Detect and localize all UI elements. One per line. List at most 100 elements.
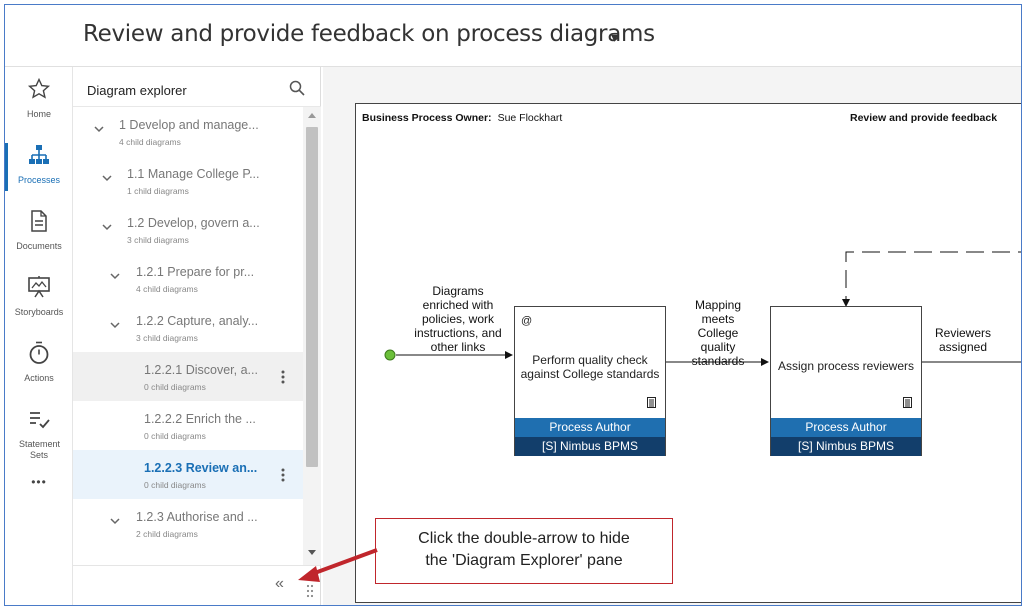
star-icon <box>27 77 51 99</box>
hierarchy-icon <box>29 145 49 164</box>
nav-item-home[interactable]: Home <box>5 71 73 133</box>
tree-item-label: 1.2.2 Capture, analy... <box>136 314 259 328</box>
nav-label-home: Home <box>26 109 51 119</box>
tree-item[interactable]: 1.1 Manage College P... 1 child diagrams <box>73 156 303 205</box>
more-icon: ••• <box>31 475 47 489</box>
tree-item-count: 4 child diagrams <box>136 284 198 294</box>
tree-item-label: 1.2.2.3 Review an... <box>144 461 258 475</box>
output-label-line: assigned <box>938 340 988 354</box>
tree-item-label: 1.2.1 Prepare for pr... <box>136 265 255 279</box>
mid-label-line: standards <box>691 354 745 368</box>
presentation-icon <box>28 276 50 298</box>
resize-grip-icon[interactable] <box>305 583 315 599</box>
attachment-icon[interactable]: @ <box>521 315 532 327</box>
activity-label: Assign process reviewers <box>771 359 921 373</box>
tree-item[interactable]: 1.2.2.2 Enrich the ... 0 child diagrams <box>73 401 303 450</box>
mid-label-line: College <box>697 326 739 340</box>
input-label-line: policies, work <box>421 312 495 326</box>
diagram-explorer-pane: Diagram explorer 1 Develop and manage...… <box>73 67 321 605</box>
drilldown-document-icon[interactable] <box>647 397 656 408</box>
input-label-line: other links <box>430 340 486 354</box>
scrollbar-thumb[interactable] <box>306 127 318 467</box>
start-point-icon <box>384 349 396 361</box>
diagram-tree: 1 Develop and manage... 4 child diagrams… <box>73 107 303 565</box>
scroll-down-arrow-icon[interactable] <box>308 550 316 555</box>
more-vertical-icon[interactable] <box>281 467 285 483</box>
drilldown-document-icon[interactable] <box>903 397 912 408</box>
more-vertical-icon[interactable] <box>281 369 285 385</box>
tree-item[interactable]: 1.2.2 Capture, analy... 3 child diagrams <box>73 303 303 352</box>
title-dropdown-caret-icon[interactable]: ▾ <box>611 29 618 46</box>
mid-label-line: quality <box>700 340 736 354</box>
search-icon[interactable] <box>289 80 305 96</box>
nav-label-actions: Actions <box>24 373 54 383</box>
nav-item-storyboards[interactable]: Storyboards <box>5 269 73 331</box>
scroll-up-arrow-icon[interactable] <box>308 113 316 118</box>
mid-label: Mapping meets College quality standards <box>678 298 758 368</box>
page-header: Review and provide feedback on process d… <box>5 5 1021 67</box>
explorer-footer: « <box>73 565 321 605</box>
chevron-down-icon[interactable] <box>109 515 121 527</box>
resource-bar: [S] Nimbus BPMS <box>515 437 665 456</box>
tree-item[interactable]: 1.2.3 Authorise and ... 2 child diagrams <box>73 499 303 548</box>
loop-dashed-arrow <box>842 251 1021 307</box>
collapse-pane-button[interactable]: « <box>275 575 284 593</box>
callout-line-2: the 'Diagram Explorer' pane <box>425 552 623 569</box>
input-label-line: enriched with <box>422 298 494 312</box>
input-label: Diagrams enriched with policies, work in… <box>410 284 506 354</box>
nav-item-documents[interactable]: Documents <box>5 203 73 265</box>
tree-item-count: 4 child diagrams <box>119 137 181 147</box>
mid-label-line: meets <box>701 312 735 326</box>
chevron-down-icon[interactable] <box>93 123 105 135</box>
page-title: Review and provide feedback on process d… <box>83 21 655 47</box>
tree-item-label: 1 Develop and manage... <box>119 118 259 132</box>
role-bar: Process Author <box>771 418 921 437</box>
tree-item[interactable]: 1.2 Develop, govern a... 3 child diagram… <box>73 205 303 254</box>
tree-item-count: 3 child diagrams <box>136 333 198 343</box>
tree-item[interactable]: 1.2.2.1 Discover, a... 0 child diagrams <box>73 352 303 401</box>
tree-item-label: 1.2.2.1 Discover, a... <box>144 363 258 377</box>
chevron-down-icon[interactable] <box>101 172 113 184</box>
tree-item[interactable]: 1 Develop and manage... 4 child diagrams <box>73 107 303 156</box>
mid-label-line: Mapping <box>694 298 742 312</box>
tree-item-count: 3 child diagrams <box>127 235 189 245</box>
callout-line-1: Click the double-arrow to hide <box>418 530 630 547</box>
chevron-down-icon[interactable] <box>109 319 121 331</box>
tree-item-count: 0 child diagrams <box>144 431 206 441</box>
activity-label-line: Assign process reviewers <box>777 359 915 373</box>
nav-item-actions[interactable]: Actions <box>5 335 73 397</box>
tree-item-label: 1.1 Manage College P... <box>127 167 260 181</box>
stopwatch-icon <box>29 341 49 364</box>
nav-item-statement-sets[interactable]: Statement Sets <box>5 401 73 463</box>
nav-label-statement-sets: Statement Sets <box>19 439 61 460</box>
explorer-scrollbar[interactable] <box>303 107 321 565</box>
nav-item-more[interactable]: ••• <box>5 475 73 495</box>
checklist-icon <box>30 412 50 429</box>
tree-item-count: 0 child diagrams <box>144 382 206 392</box>
tree-item-count: 0 child diagrams <box>144 480 206 490</box>
role-bar: Process Author <box>515 418 665 437</box>
nav-item-processes[interactable]: Processes <box>5 137 73 199</box>
tree-item-label: 1.2 Develop, govern a... <box>127 216 260 230</box>
activity-box-quality-check[interactable]: @ Perform quality check against College … <box>514 306 666 456</box>
document-icon <box>31 210 47 232</box>
resource-bar: [S] Nimbus BPMS <box>771 437 921 456</box>
input-label-line: Diagrams <box>432 284 484 298</box>
input-label-line: instructions, and <box>414 326 502 340</box>
activity-label: Perform quality check against College st… <box>515 353 665 381</box>
activity-label-line: Perform quality check <box>532 353 648 367</box>
chevron-down-icon[interactable] <box>101 221 113 233</box>
tree-item[interactable]: 1.2.1 Prepare for pr... 4 child diagrams <box>73 254 303 303</box>
nav-label-processes: Processes <box>17 175 61 185</box>
left-navigation: Home Processes Documents Storyboards Act… <box>5 67 73 605</box>
explorer-header: Diagram explorer <box>73 67 321 107</box>
activity-box-assign-reviewers[interactable]: Assign process reviewers Process Author … <box>770 306 922 456</box>
app-window: Review and provide feedback on process d… <box>4 4 1022 606</box>
chevron-down-icon[interactable] <box>109 270 121 282</box>
tree-item-count: 2 child diagrams <box>136 529 198 539</box>
nav-label-documents: Documents <box>16 241 62 251</box>
tree-item-label: 1.2.3 Authorise and ... <box>136 510 258 524</box>
output-label-line: Reviewers <box>934 326 991 340</box>
annotation-callout: Click the double-arrow to hide the 'Diag… <box>375 518 673 584</box>
tree-item-selected[interactable]: 1.2.2.3 Review an... 0 child diagrams <box>73 450 303 499</box>
